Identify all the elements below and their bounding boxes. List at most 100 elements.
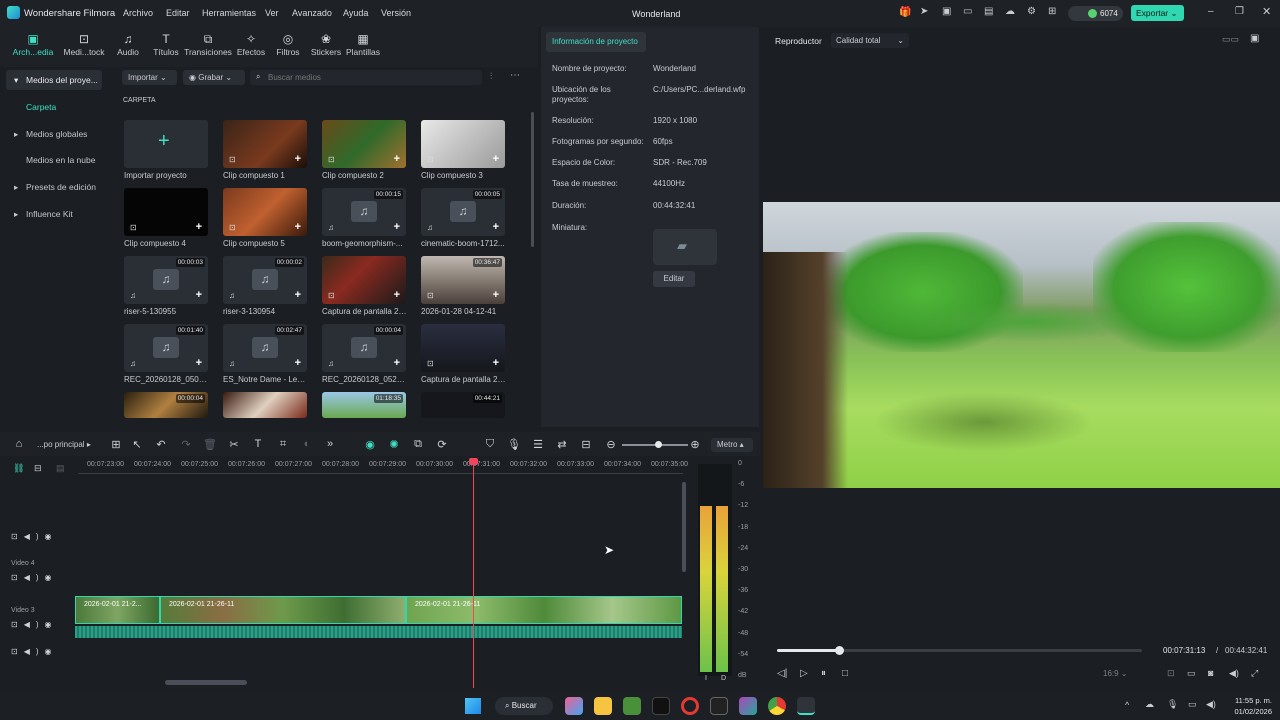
color-icon[interactable]: ◐ <box>299 438 315 450</box>
media-item[interactable]: ♫ 00:00:15 ♫ + <box>322 188 406 236</box>
layout-icon[interactable]: ⊞ <box>108 438 124 451</box>
tray-mic-icon[interactable]: 🎙 <box>1167 699 1178 710</box>
menu-avanzado[interactable]: Avanzado <box>292 8 332 18</box>
add-to-timeline-icon[interactable]: + <box>295 357 301 369</box>
snapshot-layout-icon[interactable]: ▭▭ <box>1222 34 1239 45</box>
add-track-icon[interactable]: ▤ <box>56 463 65 474</box>
tray-chevron-icon[interactable]: ^ <box>1125 700 1129 710</box>
media-item[interactable]: ⊡ + <box>223 188 307 236</box>
sidebar-item-medios-proyecto[interactable]: ▾ Medios del proye... <box>6 70 102 90</box>
add-to-timeline-icon[interactable]: + <box>196 357 202 369</box>
layout-icon[interactable]: ▭ <box>963 6 972 17</box>
audio-waveform[interactable] <box>75 626 682 638</box>
menu-herramientas[interactable]: Herramientas <box>202 8 256 18</box>
taskbar-search[interactable]: ⌕ Buscar <box>495 697 553 715</box>
media-item[interactable]: 00:00:04 <box>124 392 208 418</box>
playback-progress-track[interactable] <box>777 646 1142 655</box>
preview-video-frame[interactable] <box>763 202 1280 488</box>
add-to-timeline-icon[interactable]: + <box>493 289 499 301</box>
media-item[interactable]: ⊡ + <box>421 324 505 372</box>
file-explorer-icon[interactable] <box>594 697 612 715</box>
media-item[interactable]: ⊡ + <box>223 120 307 168</box>
playhead[interactable] <box>469 458 478 688</box>
sidebar-item-carpeta[interactable]: Carpeta <box>6 97 102 117</box>
add-to-timeline-icon[interactable]: + <box>493 357 499 369</box>
home-icon[interactable]: ⌂ <box>11 438 27 450</box>
export-button[interactable]: Exportar ⌄ <box>1131 5 1184 21</box>
tray-network-icon[interactable]: ▭ <box>1188 699 1197 710</box>
menu-ver[interactable]: Ver <box>265 8 279 18</box>
pause-icon[interactable]: ⏸ <box>821 668 826 679</box>
zoom-out-icon[interactable]: ⊖ <box>603 438 619 451</box>
media-item[interactable]: ⊡ + <box>322 256 406 304</box>
tab-project-info[interactable]: Información de proyecto <box>546 32 646 52</box>
quality-select[interactable]: Calidad total ⌄ <box>831 33 909 48</box>
more-tools-icon[interactable]: » <box>322 438 338 450</box>
windows-start-icon[interactable] <box>465 698 481 714</box>
tab-media-stock[interactable]: ⊡ Medi...tock <box>60 31 108 57</box>
media-item[interactable]: ♫ 00:00:03 ♫ + <box>124 256 208 304</box>
add-to-timeline-icon[interactable]: + <box>196 289 202 301</box>
menu-version[interactable]: Versión <box>381 8 411 18</box>
search-input[interactable] <box>268 71 468 84</box>
maximize-icon[interactable]: ❐ <box>1235 6 1244 17</box>
track-controls[interactable]: ⊡◀)◉ <box>11 647 58 656</box>
media-item[interactable]: ♫ 00:02:47 ♫ + <box>223 324 307 372</box>
add-to-timeline-icon[interactable]: + <box>394 357 400 369</box>
record-button[interactable]: ◉ Grabar ⌄ <box>183 70 245 85</box>
media-item[interactable]: ♫ 00:01:40 ♫ + <box>124 324 208 372</box>
track-controls[interactable]: ⊡◀)◉ <box>11 532 58 541</box>
mic-icon[interactable]: 🎙 <box>506 438 522 451</box>
zoom-slider-knob[interactable] <box>655 441 662 448</box>
camera-icon[interactable]: ◙ <box>1208 668 1213 678</box>
app-icon[interactable] <box>739 697 757 715</box>
media-item[interactable]: ⊡ + <box>421 120 505 168</box>
marker-icon[interactable]: ⊡ <box>1167 668 1175 679</box>
tab-plantillas[interactable]: ▦ Plantillas <box>339 31 387 57</box>
fit-icon[interactable]: ⊟ <box>578 438 594 451</box>
send-icon[interactable]: ➤ <box>920 6 928 17</box>
display-icon[interactable]: ▭ <box>1187 668 1196 679</box>
cut-icon[interactable]: ✂ <box>226 438 242 451</box>
playhead-handle[interactable] <box>469 458 478 465</box>
video-clip[interactable]: 2026-02-01 21-26-11 <box>406 596 682 624</box>
snap-icon[interactable]: ✺ <box>386 438 402 451</box>
ai-audio-icon[interactable]: ◉ <box>362 438 378 451</box>
document-icon[interactable]: ▤ <box>984 6 993 17</box>
aspect-ratio-select[interactable]: 16:9 ⌄ <box>1103 669 1128 678</box>
add-to-timeline-icon[interactable]: + <box>493 153 499 165</box>
sequence-select[interactable]: ...po principal ▸ <box>37 440 91 449</box>
minecraft-icon[interactable] <box>623 697 641 715</box>
copilot-icon[interactable] <box>565 697 583 715</box>
media-item[interactable]: ♫ 00:00:02 ♫ + <box>223 256 307 304</box>
undo-icon[interactable]: ↶ <box>153 438 169 451</box>
text-tool-icon[interactable]: T <box>250 438 266 450</box>
sidebar-item-influence-kit[interactable]: ▸ Influence Kit <box>6 204 102 224</box>
media-item[interactable]: ⊡ + <box>124 188 208 236</box>
video-clip[interactable]: 2026-02-01 21-2... <box>75 596 160 624</box>
stop-icon[interactable]: □ <box>842 668 848 679</box>
tiktok-icon[interactable] <box>652 697 670 715</box>
tray-volume-icon[interactable]: ◀) <box>1206 699 1216 710</box>
tray-cloud-icon[interactable]: ☁ <box>1145 699 1154 710</box>
add-to-timeline-icon[interactable]: + <box>295 289 301 301</box>
add-to-timeline-icon[interactable]: + <box>394 153 400 165</box>
redo-icon[interactable]: ↷ <box>178 438 194 451</box>
timeline-vscroll[interactable] <box>682 482 686 572</box>
replace-icon[interactable]: ⇄ <box>554 438 570 451</box>
media-item[interactable]: 00:36:47 ⊡ + <box>421 256 505 304</box>
cloud-icon[interactable]: ☁ <box>1005 6 1015 17</box>
media-item[interactable]: ♫ 00:00:04 ♫ + <box>322 324 406 372</box>
track-controls[interactable]: ⊡◀)◉ <box>11 620 58 629</box>
media-item[interactable] <box>223 392 307 418</box>
expand-icon[interactable]: ⤢ <box>1251 668 1258 679</box>
sidebar-item-presets[interactable]: ▸ Presets de edición <box>6 177 102 197</box>
filter-icon[interactable]: ⫶ <box>490 71 492 82</box>
volume-icon[interactable]: ◀) <box>1229 668 1239 679</box>
add-to-timeline-icon[interactable]: + <box>493 221 499 233</box>
media-item[interactable]: ⊡ + <box>322 120 406 168</box>
fullscreen-view-icon[interactable]: ▣ <box>1250 33 1259 44</box>
media-item[interactable]: 00:44:21 <box>421 392 505 418</box>
tab-transiciones[interactable]: ⧉ Transiciones <box>184 31 232 57</box>
menu-ayuda[interactable]: Ayuda <box>343 8 368 18</box>
